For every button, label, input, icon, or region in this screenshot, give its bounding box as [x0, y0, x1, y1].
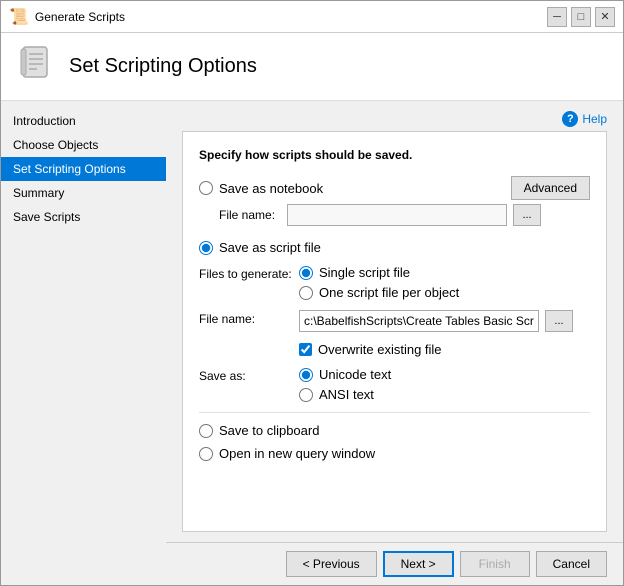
sidebar-item-choose-objects[interactable]: Choose Objects: [1, 133, 166, 157]
unicode-radio[interactable]: [299, 368, 313, 382]
minimize-button[interactable]: ─: [547, 7, 567, 27]
notebook-file-input[interactable]: [287, 204, 507, 226]
ansi-radio[interactable]: [299, 388, 313, 402]
files-to-generate-row: Files to generate: Single script file On…: [199, 265, 590, 300]
save-as-label: Save as:: [199, 367, 299, 383]
help-label: Help: [582, 112, 607, 126]
single-script-radio[interactable]: [299, 266, 313, 280]
previous-button[interactable]: < Previous: [286, 551, 377, 577]
overwrite-label: Overwrite existing file: [318, 342, 442, 357]
window-title: Generate Scripts: [35, 10, 125, 24]
open-in-query-row: Open in new query window: [199, 446, 590, 461]
main-wrapper: ? Help Specify how scripts should be sav…: [166, 101, 623, 585]
help-link[interactable]: ? Help: [562, 111, 607, 127]
footer: < Previous Next > Finish Cancel: [166, 542, 623, 585]
title-bar: 📜 Generate Scripts ─ □ ✕: [1, 1, 623, 33]
save-as-notebook-option[interactable]: Save as notebook: [199, 181, 323, 196]
save-as-script-radio[interactable]: [199, 241, 213, 255]
open-in-query-radio[interactable]: [199, 447, 213, 461]
ansi-option[interactable]: ANSI text: [299, 387, 391, 402]
unicode-option[interactable]: Unicode text: [299, 367, 391, 382]
page-title: Set Scripting Options: [69, 55, 257, 78]
notebook-file-row: File name: ...: [219, 204, 590, 226]
finish-button[interactable]: Finish: [460, 551, 530, 577]
overwrite-row: Overwrite existing file: [299, 342, 590, 357]
files-to-generate-label: Files to generate:: [199, 265, 299, 281]
save-as-script-option[interactable]: Save as script file: [199, 240, 590, 255]
single-script-label: Single script file: [319, 265, 410, 280]
single-script-option[interactable]: Single script file: [299, 265, 459, 280]
advanced-button[interactable]: Advanced: [511, 176, 590, 200]
one-per-object-option[interactable]: One script file per object: [299, 285, 459, 300]
file-name-row: File name: ...: [199, 310, 590, 332]
one-per-object-radio[interactable]: [299, 286, 313, 300]
ansi-label: ANSI text: [319, 387, 374, 402]
sidebar-item-summary[interactable]: Summary: [1, 181, 166, 205]
separator: [199, 412, 590, 413]
one-per-object-label: One script file per object: [319, 285, 459, 300]
save-as-row: Save as: Unicode text ANSI text: [199, 367, 590, 402]
save-as-script-label: Save as script file: [219, 240, 321, 255]
help-icon: ?: [562, 111, 578, 127]
open-in-query-option[interactable]: Open in new query window: [199, 446, 590, 461]
restore-button[interactable]: □: [571, 7, 591, 27]
file-path-input[interactable]: [299, 310, 539, 332]
open-in-query-label: Open in new query window: [219, 446, 375, 461]
sidebar-item-set-scripting-options[interactable]: Set Scripting Options: [1, 157, 166, 181]
content-area: Introduction Choose Objects Set Scriptin…: [1, 101, 623, 585]
window-controls: ─ □ ✕: [547, 7, 615, 27]
sidebar-item-save-scripts[interactable]: Save Scripts: [1, 205, 166, 229]
main-header-row: ? Help: [166, 101, 623, 131]
save-to-clipboard-option[interactable]: Save to clipboard: [199, 423, 590, 438]
save-as-controls: Unicode text ANSI text: [299, 367, 391, 402]
close-button[interactable]: ✕: [595, 7, 615, 27]
main-window: 📜 Generate Scripts ─ □ ✕ Set Scripting O…: [0, 0, 624, 586]
file-browse-button[interactable]: ...: [545, 310, 573, 332]
unicode-label: Unicode text: [319, 367, 391, 382]
save-to-clipboard-label: Save to clipboard: [219, 423, 319, 438]
sidebar: Introduction Choose Objects Set Scriptin…: [1, 101, 166, 585]
header-scroll-icon: [17, 43, 55, 90]
save-as-script-row: Save as script file: [199, 240, 590, 255]
save-as-notebook-radio[interactable]: [199, 181, 213, 195]
app-icon: 📜: [9, 7, 29, 27]
file-name-label2: File name:: [199, 310, 299, 326]
sidebar-item-introduction[interactable]: Introduction: [1, 109, 166, 133]
file-name-controls: ...: [299, 310, 573, 332]
notebook-browse-button[interactable]: ...: [513, 204, 541, 226]
overwrite-checkbox[interactable]: [299, 343, 312, 356]
file-name-label-notebook: File name:: [219, 208, 275, 222]
save-notebook-row: Save as notebook Advanced: [199, 176, 590, 200]
overwrite-option[interactable]: Overwrite existing file: [299, 342, 590, 357]
next-button[interactable]: Next >: [383, 551, 454, 577]
cancel-button[interactable]: Cancel: [536, 551, 607, 577]
page-header: Set Scripting Options: [1, 33, 623, 101]
save-to-clipboard-row: Save to clipboard: [199, 423, 590, 438]
section-title: Specify how scripts should be saved.: [199, 148, 590, 162]
main-content-panel: Specify how scripts should be saved. Sav…: [182, 131, 607, 532]
title-bar-left: 📜 Generate Scripts: [9, 7, 125, 27]
save-as-notebook-label: Save as notebook: [219, 181, 323, 196]
save-to-clipboard-radio[interactable]: [199, 424, 213, 438]
files-to-generate-controls: Single script file One script file per o…: [299, 265, 459, 300]
